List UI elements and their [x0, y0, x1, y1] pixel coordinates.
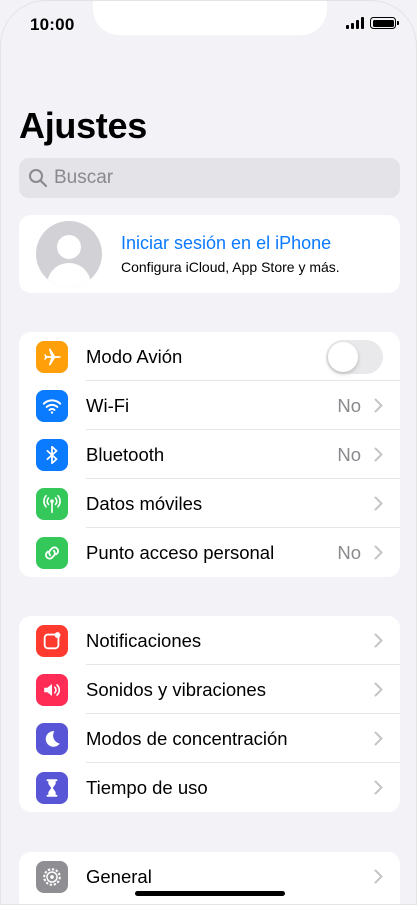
- settings-screen: 10:00 Ajustes Buscar Iniciar sesión en e…: [0, 0, 417, 905]
- general-label: General: [86, 865, 152, 887]
- bluetooth-icon: [36, 439, 68, 471]
- row-mobile-data[interactable]: Datos móviles: [19, 479, 400, 528]
- gear-icon: [36, 861, 68, 893]
- search-placeholder: Buscar: [54, 167, 114, 188]
- focus-label: Modos de concentración: [86, 727, 288, 749]
- cellular-signal-icon: [346, 17, 364, 29]
- mobile-data-label: Datos móviles: [86, 492, 203, 514]
- row-wifi[interactable]: Wi-Fi No: [19, 381, 400, 430]
- battery-icon: [370, 17, 399, 29]
- row-airplane-mode[interactable]: Modo Avión: [19, 332, 400, 381]
- search-input[interactable]: Buscar: [19, 158, 400, 198]
- airplane-mode-label: Modo Avión: [86, 345, 183, 367]
- personal-hotspot-label: Punto acceso personal: [86, 541, 275, 563]
- page-title: Ajustes: [19, 105, 147, 146]
- bluetooth-value: No: [337, 443, 361, 465]
- avatar: [36, 221, 102, 287]
- row-focus[interactable]: Modos de concentración: [19, 714, 400, 763]
- wifi-icon: [36, 390, 68, 422]
- chevron-right-icon: [374, 447, 383, 462]
- hotspot-icon: [36, 537, 68, 569]
- wifi-value: No: [337, 394, 361, 416]
- personal-hotspot-value: No: [337, 541, 361, 563]
- search-icon: [29, 169, 48, 188]
- sign-in-title[interactable]: Iniciar sesión en el iPhone: [121, 233, 340, 254]
- hourglass-icon: [36, 772, 68, 804]
- bluetooth-label: Bluetooth: [86, 443, 165, 465]
- chevron-right-icon: [374, 496, 383, 511]
- moon-icon: [36, 723, 68, 755]
- chevron-right-icon: [374, 682, 383, 697]
- wifi-label: Wi-Fi: [86, 394, 130, 416]
- notifications-label: Notificaciones: [86, 629, 202, 651]
- cellular-antenna-icon: [36, 488, 68, 520]
- row-notifications[interactable]: Notificaciones: [19, 616, 400, 665]
- notifications-group: Notificaciones Sonidos y vibraciones Mod…: [19, 616, 400, 812]
- screen-time-label: Tiempo de uso: [86, 776, 208, 798]
- row-sounds[interactable]: Sonidos y vibraciones: [19, 665, 400, 714]
- sign-in-subtitle: Configura iCloud, App Store y más.: [121, 259, 340, 275]
- notch: [93, 1, 327, 35]
- speaker-icon: [36, 674, 68, 706]
- status-icons: [346, 17, 399, 29]
- general-group: General: [19, 852, 400, 904]
- sign-in-card[interactable]: Iniciar sesión en el iPhone Configura iC…: [19, 215, 400, 293]
- chevron-right-icon: [374, 398, 383, 413]
- airplane-icon: [36, 341, 68, 373]
- row-bluetooth[interactable]: Bluetooth No: [19, 430, 400, 479]
- chevron-right-icon: [374, 633, 383, 648]
- chevron-right-icon: [374, 731, 383, 746]
- row-personal-hotspot[interactable]: Punto acceso personal No: [19, 528, 400, 577]
- status-time: 10:00: [30, 15, 75, 34]
- sounds-label: Sonidos y vibraciones: [86, 678, 266, 700]
- connectivity-group: Modo Avión Wi-Fi No Bluetooth No Datos m…: [19, 332, 400, 577]
- airplane-mode-toggle[interactable]: [326, 340, 383, 374]
- chevron-right-icon: [374, 780, 383, 795]
- bell-icon: [36, 625, 68, 657]
- home-indicator[interactable]: [135, 891, 285, 896]
- chevron-right-icon: [374, 545, 383, 560]
- chevron-right-icon: [374, 869, 383, 884]
- row-screen-time[interactable]: Tiempo de uso: [19, 763, 400, 812]
